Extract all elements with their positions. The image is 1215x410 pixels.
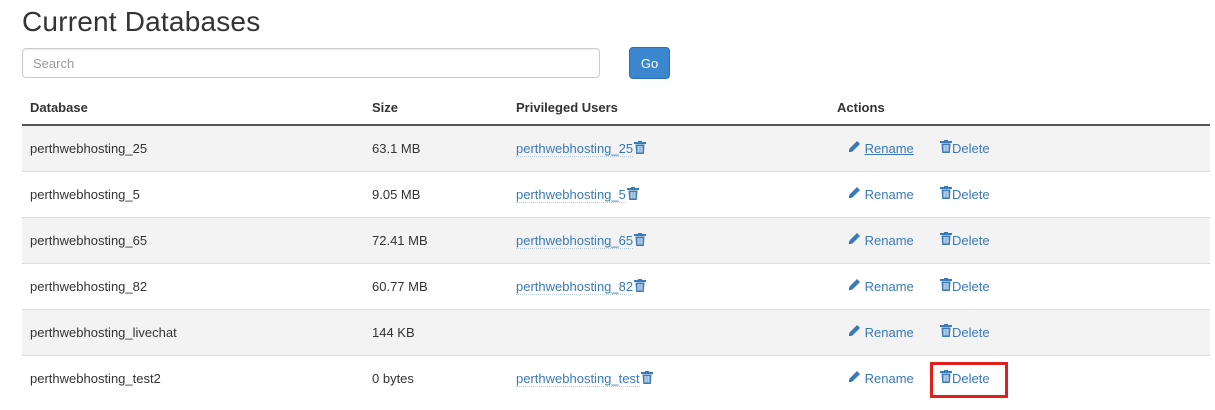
- actions-cell: Rename Delete: [829, 217, 1210, 264]
- actions-cell: Rename Delete: [829, 263, 1210, 310]
- delete-button[interactable]: Delete: [940, 140, 990, 156]
- actions-cell: Rename Delete: [829, 309, 1210, 356]
- database-name: perthwebhosting_5: [22, 171, 364, 218]
- header-size[interactable]: Size: [364, 90, 508, 126]
- delete-button[interactable]: Delete: [940, 370, 990, 386]
- pencil-icon: [848, 371, 861, 386]
- delete-button[interactable]: Delete: [940, 324, 990, 340]
- pencil-icon: [848, 187, 861, 202]
- table-row: perthwebhosting_livechat 144 KB Rename D…: [22, 309, 1210, 356]
- rename-label: Rename: [864, 325, 914, 340]
- privileged-user-link[interactable]: perthwebhosting_25: [516, 140, 634, 157]
- privileged-users-cell: perthwebhosting_5: [508, 171, 829, 218]
- actions-cell: Rename Delete: [829, 171, 1210, 218]
- trash-icon[interactable]: [634, 232, 647, 249]
- trash-icon[interactable]: [634, 278, 647, 295]
- table-header-row: Database Size Privileged Users Actions: [22, 90, 1210, 126]
- trash-icon: [940, 232, 952, 248]
- search-input[interactable]: [22, 48, 600, 78]
- rename-button[interactable]: Rename: [848, 140, 914, 156]
- delete-label: Delete: [952, 187, 990, 202]
- table-row: perthwebhosting_5 9.05 MB perthwebhostin…: [22, 171, 1210, 218]
- database-size: 0 bytes: [364, 355, 508, 401]
- header-actions: Actions: [829, 90, 1210, 126]
- database-name: perthwebhosting_25: [22, 125, 364, 172]
- page-title: Current Databases: [22, 6, 261, 37]
- rename-label: Rename: [864, 279, 914, 294]
- database-size: 72.41 MB: [364, 217, 508, 264]
- delete-label: Delete: [952, 279, 990, 294]
- pencil-icon: [848, 279, 861, 294]
- actions-cell: Rename Delete: [829, 125, 1210, 172]
- trash-icon: [940, 278, 952, 294]
- trash-icon[interactable]: [634, 140, 647, 157]
- rename-button[interactable]: Rename: [848, 324, 914, 340]
- actions-cell: Rename Delete: [829, 355, 1210, 401]
- trash-icon: [940, 186, 952, 202]
- rename-button[interactable]: Rename: [848, 186, 914, 202]
- rename-button[interactable]: Rename: [848, 278, 914, 294]
- database-name: perthwebhosting_82: [22, 263, 364, 310]
- delete-button[interactable]: Delete: [940, 186, 990, 202]
- pencil-icon: [848, 325, 861, 340]
- delete-label: Delete: [952, 233, 990, 248]
- trash-icon: [940, 324, 952, 340]
- table-row: perthwebhosting_test2 0 bytes perthwebho…: [22, 355, 1210, 401]
- database-name: perthwebhosting_livechat: [22, 309, 364, 356]
- database-size: 60.77 MB: [364, 263, 508, 310]
- delete-label: Delete: [952, 141, 990, 156]
- go-button[interactable]: Go: [629, 47, 670, 79]
- privileged-user-link[interactable]: perthwebhosting_5: [516, 186, 626, 203]
- privileged-user-link[interactable]: perthwebhosting_82: [516, 278, 634, 295]
- rename-label: Rename: [864, 187, 914, 202]
- delete-button[interactable]: Delete: [940, 232, 990, 248]
- privileged-users-cell: perthwebhosting_test: [508, 355, 829, 401]
- trash-icon: [940, 370, 952, 386]
- rename-label: Rename: [864, 371, 914, 386]
- database-size: 9.05 MB: [364, 171, 508, 218]
- delete-label: Delete: [952, 371, 990, 386]
- privileged-user-link[interactable]: perthwebhosting_test: [516, 370, 640, 387]
- privileged-users-cell: perthwebhosting_65: [508, 217, 829, 264]
- database-name: perthwebhosting_test2: [22, 355, 364, 401]
- trash-icon[interactable]: [640, 370, 653, 387]
- privileged-user-link[interactable]: perthwebhosting_65: [516, 232, 634, 249]
- privileged-users-cell: perthwebhosting_82: [508, 263, 829, 310]
- pencil-icon: [848, 233, 861, 248]
- table-row: perthwebhosting_65 72.41 MB perthwebhost…: [22, 217, 1210, 264]
- delete-button[interactable]: Delete: [940, 278, 990, 294]
- delete-label: Delete: [952, 325, 990, 340]
- rename-label: Rename: [864, 141, 914, 156]
- database-name: perthwebhosting_65: [22, 217, 364, 264]
- rename-button[interactable]: Rename: [848, 232, 914, 248]
- database-size: 144 KB: [364, 309, 508, 356]
- header-database[interactable]: Database: [22, 90, 364, 126]
- header-privileged-users: Privileged Users: [508, 90, 829, 126]
- table-row: perthwebhosting_25 63.1 MB perthwebhosti…: [22, 125, 1210, 172]
- databases-table: Database Size Privileged Users Actions p…: [22, 90, 1210, 401]
- database-size: 63.1 MB: [364, 125, 508, 172]
- rename-button[interactable]: Rename: [848, 370, 914, 386]
- table-row: perthwebhosting_82 60.77 MB perthwebhost…: [22, 263, 1210, 310]
- pencil-icon: [848, 141, 861, 156]
- privileged-users-cell: [508, 309, 829, 356]
- trash-icon[interactable]: [626, 186, 639, 203]
- trash-icon: [940, 140, 952, 156]
- privileged-users-cell: perthwebhosting_25: [508, 125, 829, 172]
- rename-label: Rename: [864, 233, 914, 248]
